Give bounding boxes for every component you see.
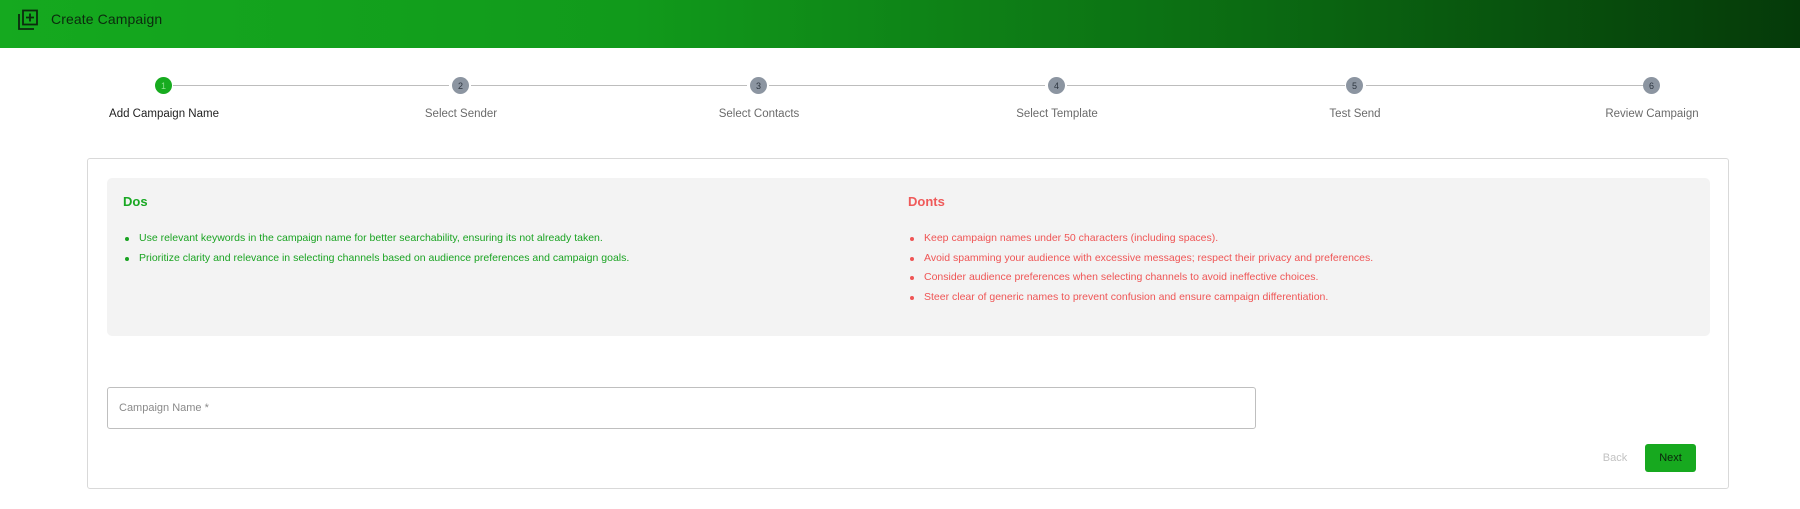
step-4-indicator[interactable]: 4 bbox=[1048, 77, 1065, 94]
step-4-label[interactable]: Select Template bbox=[1016, 108, 1098, 120]
step-2-label[interactable]: Select Sender bbox=[425, 108, 497, 120]
step-5-label[interactable]: Test Send bbox=[1329, 108, 1380, 120]
donts-item: Avoid spamming your audience with excess… bbox=[908, 249, 1698, 269]
step-5-indicator[interactable]: 5 bbox=[1346, 77, 1363, 94]
step-6-label[interactable]: Review Campaign bbox=[1605, 108, 1698, 120]
donts-item: Steer clear of generic names to prevent … bbox=[908, 288, 1698, 308]
back-button[interactable]: Back bbox=[1595, 444, 1635, 472]
step-1-label[interactable]: Add Campaign Name bbox=[109, 108, 219, 120]
donts-item: Keep campaign names under 50 characters … bbox=[908, 229, 1698, 249]
page-title: Create Campaign bbox=[51, 11, 163, 27]
guidelines-panel: Dos Use relevant keywords in the campaig… bbox=[107, 178, 1710, 336]
donts-list: Keep campaign names under 50 characters … bbox=[908, 229, 1698, 307]
next-button[interactable]: Next bbox=[1645, 444, 1696, 472]
donts-section: Donts Keep campaign names under 50 chara… bbox=[908, 194, 1698, 307]
donts-item: Consider audience preferences when selec… bbox=[908, 268, 1698, 288]
step-2-indicator[interactable]: 2 bbox=[452, 77, 469, 94]
dos-list: Use relevant keywords in the campaign na… bbox=[123, 229, 883, 268]
step-6-indicator[interactable]: 6 bbox=[1643, 77, 1660, 94]
step-1-indicator[interactable]: 1 bbox=[155, 77, 172, 94]
header-bar: Create Campaign bbox=[0, 0, 1800, 48]
step-3-indicator[interactable]: 3 bbox=[750, 77, 767, 94]
campaign-name-card: Dos Use relevant keywords in the campaig… bbox=[87, 158, 1729, 489]
step-connector bbox=[769, 85, 1045, 86]
campaign-name-input[interactable] bbox=[108, 388, 1255, 428]
donts-title: Donts bbox=[908, 194, 945, 209]
step-connector bbox=[1366, 85, 1645, 86]
campaign-stepper: 1 2 3 4 5 6 Add Campaign Name Select Sen… bbox=[0, 74, 1800, 124]
dos-item: Prioritize clarity and relevance in sele… bbox=[123, 249, 883, 269]
step-3-label[interactable]: Select Contacts bbox=[719, 108, 800, 120]
step-connector bbox=[471, 85, 747, 86]
dos-title: Dos bbox=[123, 194, 148, 209]
dos-section: Dos Use relevant keywords in the campaig… bbox=[123, 194, 883, 268]
campaign-name-field[interactable] bbox=[107, 387, 1256, 429]
step-connector bbox=[173, 85, 449, 86]
add-to-library-icon bbox=[17, 9, 39, 31]
step-connector bbox=[1067, 85, 1345, 86]
dos-item: Use relevant keywords in the campaign na… bbox=[123, 229, 883, 249]
